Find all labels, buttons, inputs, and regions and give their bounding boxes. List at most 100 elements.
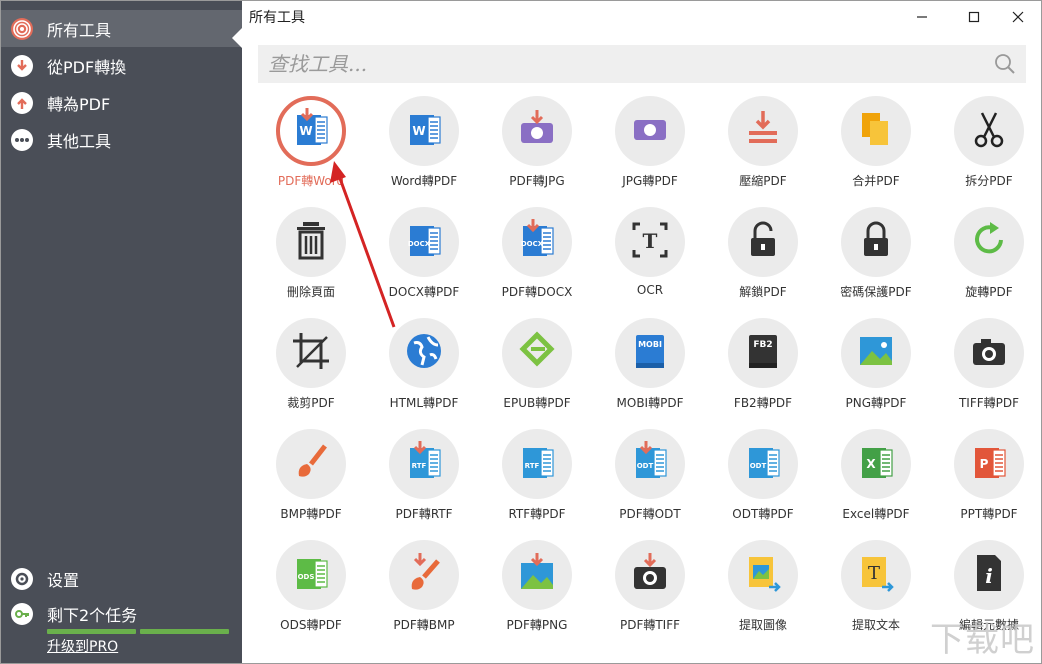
tasks-label: 剩下2个任务 xyxy=(47,606,138,625)
tool-odt-to-pdf[interactable]: ODT ODT轉PDF xyxy=(713,429,813,537)
tool-tiff-to-pdf[interactable]: TIFF轉PDF xyxy=(939,318,1039,426)
from-pdf-icon xyxy=(11,54,33,77)
sidebar-item-all-tools[interactable]: 所有工具 xyxy=(1,10,242,48)
to-pdf-icon xyxy=(11,91,33,114)
sidebar-item-more-tools[interactable]: 其他工具 xyxy=(1,121,242,158)
tool-label: PDF轉Word xyxy=(277,174,345,188)
main-panel: 所有工具 W PDF轉Word W xyxy=(242,1,1041,663)
tool-label: MOBI轉PDF xyxy=(616,396,684,410)
tool-circle xyxy=(728,96,798,166)
tool-ocr[interactable]: T OCR xyxy=(600,207,700,315)
upgrade-link[interactable]: 升级到PRO xyxy=(47,636,118,656)
tool-label: BMP轉PDF xyxy=(280,507,342,521)
tool-pdf-to-odt[interactable]: ODT PDF轉ODT xyxy=(600,429,700,537)
tool-label: PNG轉PDF xyxy=(845,396,907,410)
tool-crop-pdf[interactable]: 裁剪PDF xyxy=(261,318,361,426)
tasks-progress-bar xyxy=(47,629,229,634)
tool-unlock-pdf[interactable]: 解鎖PDF xyxy=(713,207,813,315)
tool-png-to-pdf[interactable]: PNG轉PDF xyxy=(826,318,926,426)
tool-ppt-to-pdf[interactable]: P PPT轉PDF xyxy=(939,429,1039,537)
window-title: 所有工具 xyxy=(249,10,305,26)
tool-pdf-to-bmp[interactable]: PDF轉BMP xyxy=(374,540,474,648)
close-button[interactable] xyxy=(998,3,1038,31)
tool-label: 提取圖像 xyxy=(738,618,787,632)
tool-word-to-pdf[interactable]: W Word轉PDF xyxy=(374,96,474,204)
tool-label: ODS轉PDF xyxy=(280,618,342,632)
tool-pdf-to-tiff[interactable]: PDF轉TIFF xyxy=(600,540,700,648)
pdf-to-docx-icon: DOCX xyxy=(515,218,559,266)
sidebar-item-label: 轉為PDF xyxy=(47,94,111,114)
tool-pdf-to-rtf[interactable]: RTF PDF轉RTF xyxy=(374,429,474,537)
tool-pdf-to-docx[interactable]: DOCX PDF轉DOCX xyxy=(487,207,587,315)
tool-circle xyxy=(615,96,685,166)
svg-text:T: T xyxy=(643,229,658,253)
tool-rtf-to-pdf[interactable]: RTF RTF轉PDF xyxy=(487,429,587,537)
tool-label: JPG轉PDF xyxy=(622,174,678,188)
tool-mobi-to-pdf[interactable]: MOBI MOBI轉PDF xyxy=(600,318,700,426)
tool-circle xyxy=(954,96,1024,166)
tool-label: OCR xyxy=(636,283,664,297)
tool-delete-pages[interactable]: 刪除頁面 xyxy=(261,207,361,315)
settings-button[interactable]: 设置 xyxy=(1,562,242,596)
tool-label: 旋轉PDF xyxy=(965,285,1013,299)
tool-circle xyxy=(502,96,572,166)
more-tools-icon xyxy=(11,128,33,151)
rtf-to-pdf-icon: RTF xyxy=(515,440,559,488)
tool-label: 刪除頁面 xyxy=(286,285,335,299)
tool-docx-to-pdf[interactable]: DOCX DOCX轉PDF xyxy=(374,207,474,315)
svg-text:T: T xyxy=(868,563,880,584)
svg-text:ODT: ODT xyxy=(750,462,767,470)
tool-merge-pdf[interactable]: 合并PDF xyxy=(826,96,926,204)
tool-pdf-to-png[interactable]: PDF轉PNG xyxy=(487,540,587,648)
tool-circle: X xyxy=(841,429,911,499)
sidebar-item-label: 其他工具 xyxy=(47,131,112,151)
rotate-pdf-icon xyxy=(967,218,1011,266)
extract-images-icon xyxy=(741,551,785,599)
tool-label: Word轉PDF xyxy=(390,174,458,188)
tool-circle xyxy=(389,540,459,610)
pdf-to-png-icon xyxy=(515,551,559,599)
svg-text:MOBI: MOBI xyxy=(638,340,662,349)
crop-pdf-icon xyxy=(289,329,333,377)
search-input[interactable] xyxy=(258,45,978,83)
tool-pdf-to-jpg[interactable]: PDF轉JPG xyxy=(487,96,587,204)
tool-circle: W xyxy=(276,96,346,166)
sidebar-item-to-pdf[interactable]: 轉為PDF xyxy=(1,84,242,121)
tool-protect-pdf[interactable]: 密碼保護PDF xyxy=(826,207,926,315)
tool-ods-to-pdf[interactable]: ODS ODS轉PDF xyxy=(261,540,361,648)
minimize-icon xyxy=(917,16,927,18)
tool-label: PPT轉PDF xyxy=(960,507,1018,521)
key-icon xyxy=(11,603,33,625)
tool-label: PDF轉JPG xyxy=(509,174,565,188)
tool-circle: MOBI xyxy=(615,318,685,388)
tool-circle: W xyxy=(389,96,459,166)
tool-epub-to-pdf[interactable]: EPUB轉PDF xyxy=(487,318,587,426)
tool-label: FB2轉PDF xyxy=(733,396,793,410)
tool-split-pdf[interactable]: 拆分PDF xyxy=(939,96,1039,204)
tool-excel-to-pdf[interactable]: X Excel轉PDF xyxy=(826,429,926,537)
tool-extract-images[interactable]: 提取圖像 xyxy=(713,540,813,648)
tool-circle: ODT xyxy=(728,429,798,499)
sidebar-item-from-pdf[interactable]: 從PDF轉換 xyxy=(1,47,242,84)
tool-bmp-to-pdf[interactable]: BMP轉PDF xyxy=(261,429,361,537)
tool-circle xyxy=(615,540,685,610)
tool-circle xyxy=(502,318,572,388)
minimize-button[interactable] xyxy=(902,3,942,31)
tool-fb2-to-pdf[interactable]: FB2 FB2轉PDF xyxy=(713,318,813,426)
tool-html-to-pdf[interactable]: HTML轉PDF xyxy=(374,318,474,426)
tool-rotate-pdf[interactable]: 旋轉PDF xyxy=(939,207,1039,315)
epub-to-pdf-icon xyxy=(515,329,559,377)
tool-label: 裁剪PDF xyxy=(287,396,335,410)
tool-extract-text[interactable]: T 提取文本 xyxy=(826,540,926,648)
tool-label: PDF轉PNG xyxy=(506,618,568,632)
tool-pdf-to-word[interactable]: W PDF轉Word xyxy=(261,96,361,204)
tool-circle xyxy=(276,207,346,277)
tool-jpg-to-pdf[interactable]: JPG轉PDF xyxy=(600,96,700,204)
search-icon[interactable] xyxy=(994,53,1016,75)
tool-compress-pdf[interactable]: 壓縮PDF xyxy=(713,96,813,204)
svg-text:RTF: RTF xyxy=(525,462,540,470)
maximize-button[interactable] xyxy=(954,3,994,31)
tool-circle xyxy=(954,318,1024,388)
tool-circle xyxy=(728,207,798,277)
settings-label: 设置 xyxy=(47,571,80,590)
